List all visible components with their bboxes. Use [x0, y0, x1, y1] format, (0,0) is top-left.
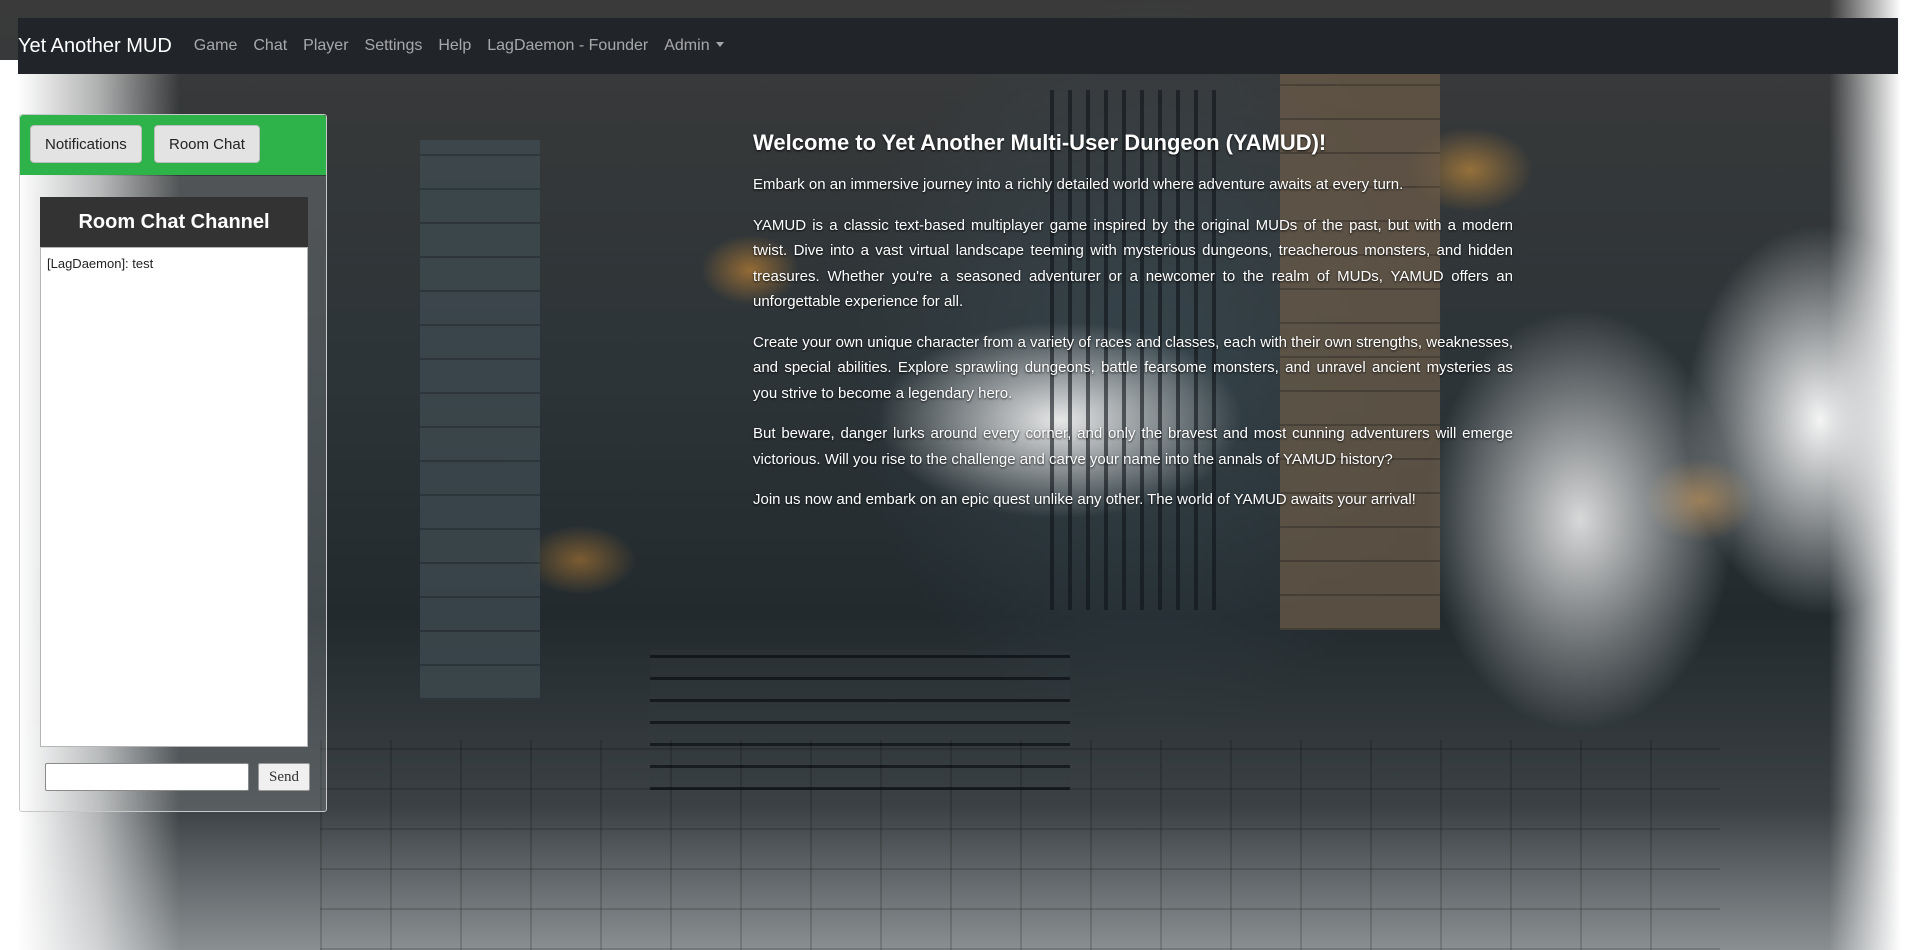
send-button[interactable]: Send — [258, 763, 310, 791]
background-fade-right — [1829, 0, 1919, 950]
tab-room-chat[interactable]: Room Chat — [154, 125, 260, 163]
chevron-down-icon — [715, 42, 724, 47]
nav-link-help[interactable]: Help — [438, 37, 471, 55]
welcome-content: Welcome to Yet Another Multi-User Dungeo… — [753, 130, 1513, 528]
background-floor — [320, 740, 1720, 950]
chat-message-input[interactable] — [45, 763, 249, 791]
welcome-paragraph-about: YAMUD is a classic text-based multiplaye… — [753, 216, 1513, 311]
nav-link-chat[interactable]: Chat — [253, 37, 287, 55]
welcome-paragraph-intro: Embark on an immersive journey into a ri… — [753, 176, 1404, 193]
nav-link-player[interactable]: Player — [303, 37, 348, 55]
side-panel: Notifications Room Chat Room Chat Channe… — [19, 114, 327, 812]
chat-message-log[interactable]: [LagDaemon]: test — [40, 247, 308, 747]
navbar-brand[interactable]: Yet Another MUD — [18, 35, 172, 58]
background-pillar-left — [420, 140, 540, 700]
nav-link-settings[interactable]: Settings — [365, 37, 423, 55]
chat-channel-title: Room Chat Channel — [40, 197, 308, 247]
nav-dropdown-admin[interactable]: Admin — [664, 37, 724, 55]
nav-admin-label: Admin — [664, 37, 710, 54]
welcome-paragraph-join: Join us now and embark on an epic quest … — [753, 491, 1416, 508]
chat-message: [LagDaemon]: test — [47, 256, 154, 271]
tab-notifications[interactable]: Notifications — [30, 125, 142, 163]
nav-link-user[interactable]: LagDaemon - Founder — [487, 37, 648, 55]
welcome-paragraph-danger: But beware, danger lurks around every co… — [753, 425, 1513, 468]
welcome-title: Welcome to Yet Another Multi-User Dungeo… — [753, 130, 1327, 155]
nav-link-game[interactable]: Game — [194, 37, 238, 55]
side-panel-tab-bar: Notifications Room Chat — [20, 115, 326, 175]
welcome-paragraph-character: Create your own unique character from a … — [753, 333, 1513, 402]
top-navbar: Yet Another MUD Game Chat Player Setting… — [18, 18, 1898, 74]
